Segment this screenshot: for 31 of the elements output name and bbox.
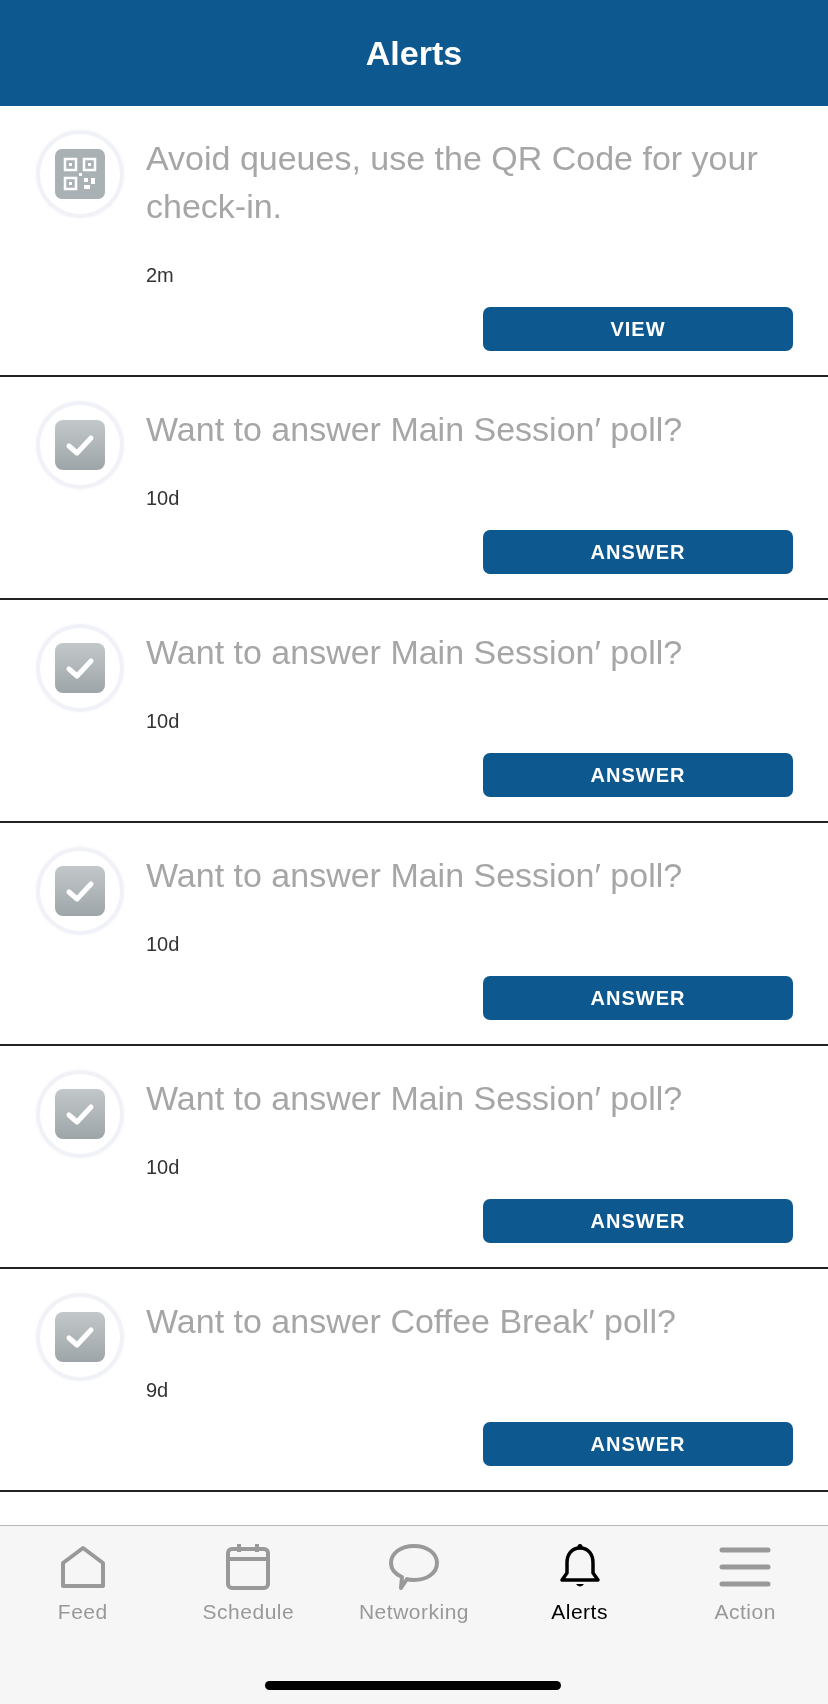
alert-time: 2m (146, 264, 175, 287)
alert-time: 10d (146, 1156, 181, 1179)
checkmark-icon (55, 1312, 105, 1362)
speech-bubble-icon (388, 1543, 440, 1591)
home-indicator[interactable] (265, 1681, 561, 1690)
alert-message: Avoid queues, use the QR Code for your check-in. (146, 138, 759, 227)
answer-button[interactable]: ANSWER (483, 976, 793, 1020)
alert-time: 10d (146, 487, 181, 510)
alert-message: Want to answer Main Session′ poll? (146, 409, 684, 450)
calendar-icon (225, 1543, 272, 1591)
answer-button[interactable]: ANSWER (483, 1199, 793, 1243)
alert-message: Want to answer Main Session′ poll? (146, 855, 684, 896)
answer-button[interactable]: ANSWER (483, 753, 793, 797)
alert-time: 10d (146, 710, 181, 733)
checkmark-icon (55, 866, 105, 916)
alert-message: Want to answer Main Session′ poll? (146, 1078, 684, 1119)
alert-message: Want to answer Main Session′ poll? (146, 632, 684, 673)
qr-code-icon (55, 149, 105, 199)
tab-bar-item[interactable]: Alerts (496, 1542, 663, 1624)
home-icon (59, 1545, 106, 1589)
page-title: Alerts (365, 33, 463, 73)
answer-button[interactable]: ANSWER (483, 1422, 793, 1466)
alert-time: 9d (146, 1379, 170, 1402)
checkmark-icon (55, 420, 105, 470)
view-button[interactable]: VIEW (483, 307, 793, 351)
alert-time: 10d (146, 933, 181, 956)
menu-icon (719, 1546, 772, 1588)
checkmark-icon (55, 1089, 105, 1139)
checkmark-icon (55, 643, 105, 693)
alert-message: Want to answer Coffee Break′ poll? (146, 1301, 677, 1342)
answer-button[interactable]: ANSWER (483, 530, 793, 574)
